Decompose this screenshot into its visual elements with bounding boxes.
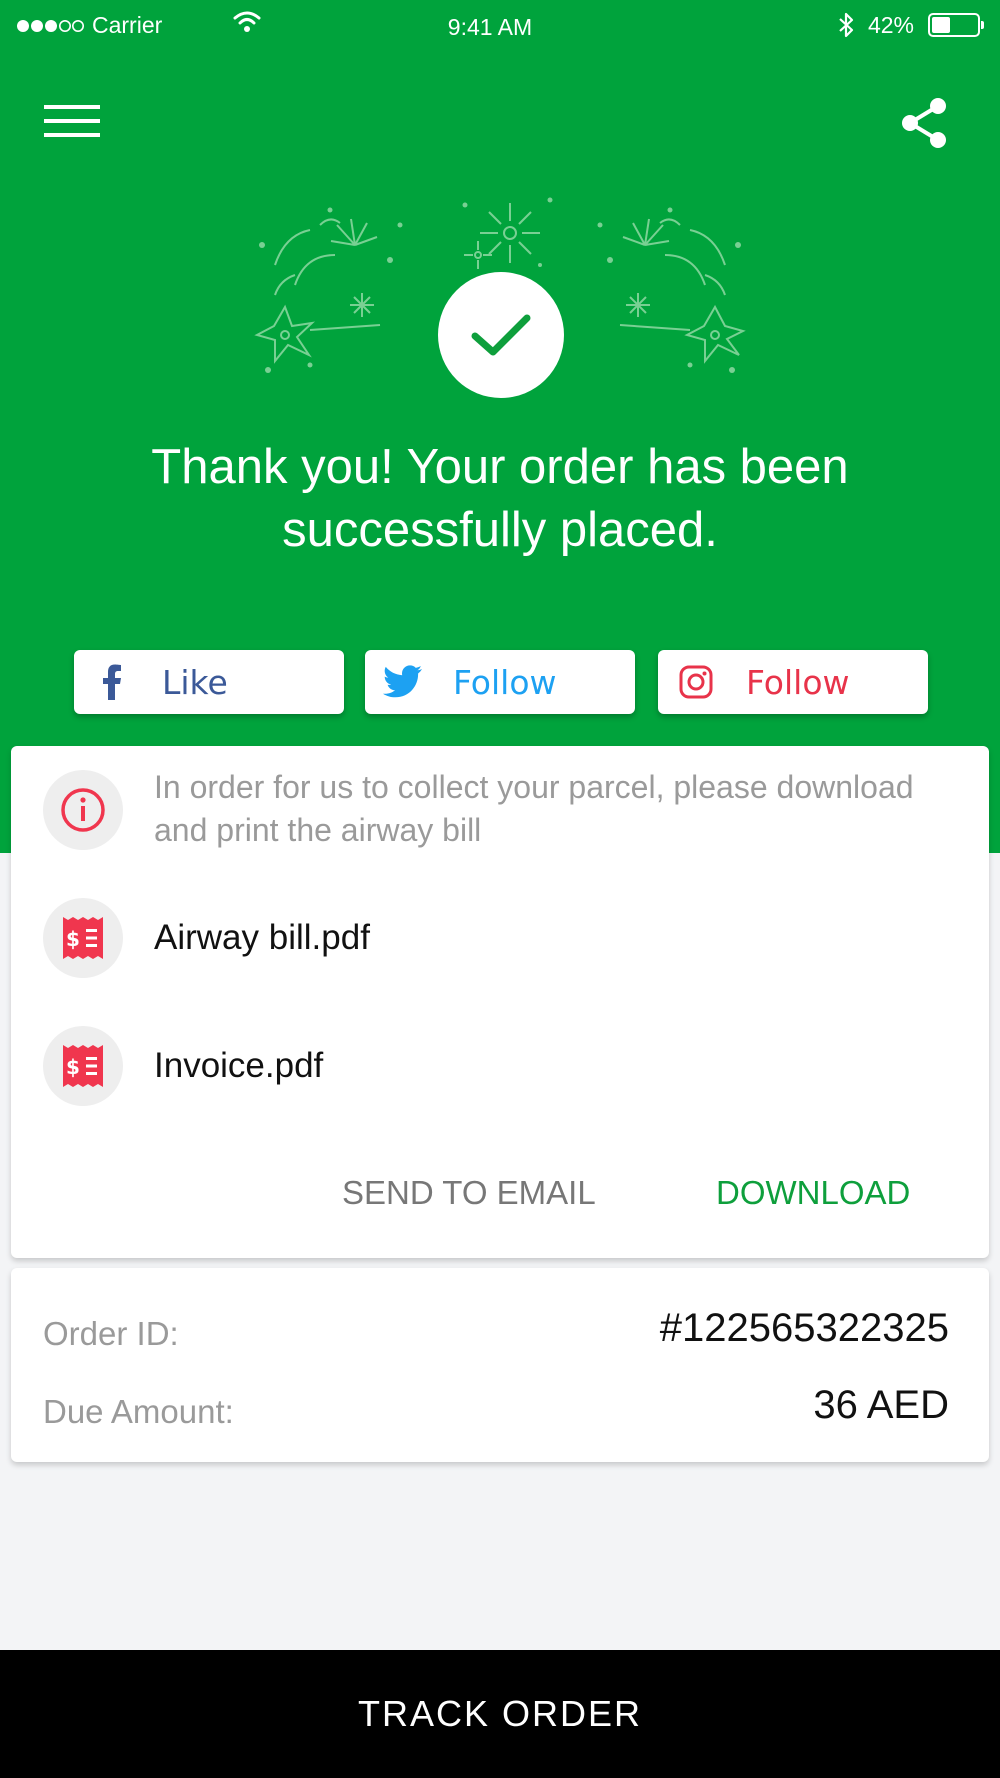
- menu-button[interactable]: [44, 103, 104, 143]
- instagram-follow-button[interactable]: Follow: [658, 650, 928, 714]
- instagram-icon: [676, 662, 716, 702]
- info-icon: [61, 788, 105, 832]
- due-amount-value: 36 AED: [813, 1383, 949, 1427]
- info-text: In order for us to collect your parcel, …: [154, 769, 914, 848]
- hamburger-menu-icon: [44, 105, 100, 137]
- documents-card: In order for us to collect your parcel, …: [11, 746, 989, 1258]
- status-time: 9:41 AM: [447, 14, 533, 40]
- receipt-icon: $: [63, 1045, 103, 1087]
- track-order-label: TRACK ORDER: [357, 1693, 643, 1734]
- share-button[interactable]: [898, 96, 950, 150]
- battery-group: 42%: [838, 11, 984, 39]
- battery-icon: [928, 13, 984, 37]
- bluetooth-icon: [839, 12, 854, 38]
- airway-bill-icon-wrap[interactable]: $: [43, 898, 123, 978]
- success-badge: [438, 272, 564, 398]
- order-id-value: #122565322325: [659, 1306, 949, 1350]
- instagram-follow-label: Follow: [746, 662, 850, 702]
- twitter-follow-button[interactable]: Follow: [365, 650, 635, 714]
- receipt-icon: $: [63, 917, 103, 959]
- info-icon-wrap: [43, 770, 123, 850]
- svg-text:$: $: [66, 927, 80, 951]
- status-bar: Carrier 9:41 AM 42%: [0, 0, 1000, 52]
- confirmation-message: Thank you! Your order has been successfu…: [151, 440, 849, 557]
- battery-percent: 42%: [867, 11, 914, 38]
- invoice-file[interactable]: Invoice.pdf: [154, 1046, 323, 1086]
- hero-banner: [0, 0, 1000, 853]
- share-icon: [902, 98, 946, 148]
- order-summary-card: Order ID: #122565322325 Due Amount: 36 A…: [11, 1268, 989, 1462]
- facebook-like-label: Like: [162, 662, 228, 702]
- twitter-icon: [383, 662, 423, 702]
- facebook-icon: [92, 662, 132, 702]
- download-button[interactable]: DOWNLOAD: [716, 1174, 910, 1212]
- facebook-like-button[interactable]: Like: [74, 650, 344, 714]
- twitter-follow-label: Follow: [453, 662, 557, 702]
- battery-fill: [932, 17, 950, 33]
- track-order-button[interactable]: TRACK ORDER: [0, 1650, 1000, 1778]
- svg-text:$: $: [66, 1055, 80, 1079]
- invoice-icon-wrap[interactable]: $: [43, 1026, 123, 1106]
- airway-bill-file[interactable]: Airway bill.pdf: [154, 918, 370, 958]
- check-icon: [471, 314, 531, 356]
- order-id-label: Order ID:: [43, 1315, 179, 1352]
- due-amount-label: Due Amount:: [43, 1393, 234, 1430]
- send-to-email-button[interactable]: SEND TO EMAIL: [342, 1174, 596, 1212]
